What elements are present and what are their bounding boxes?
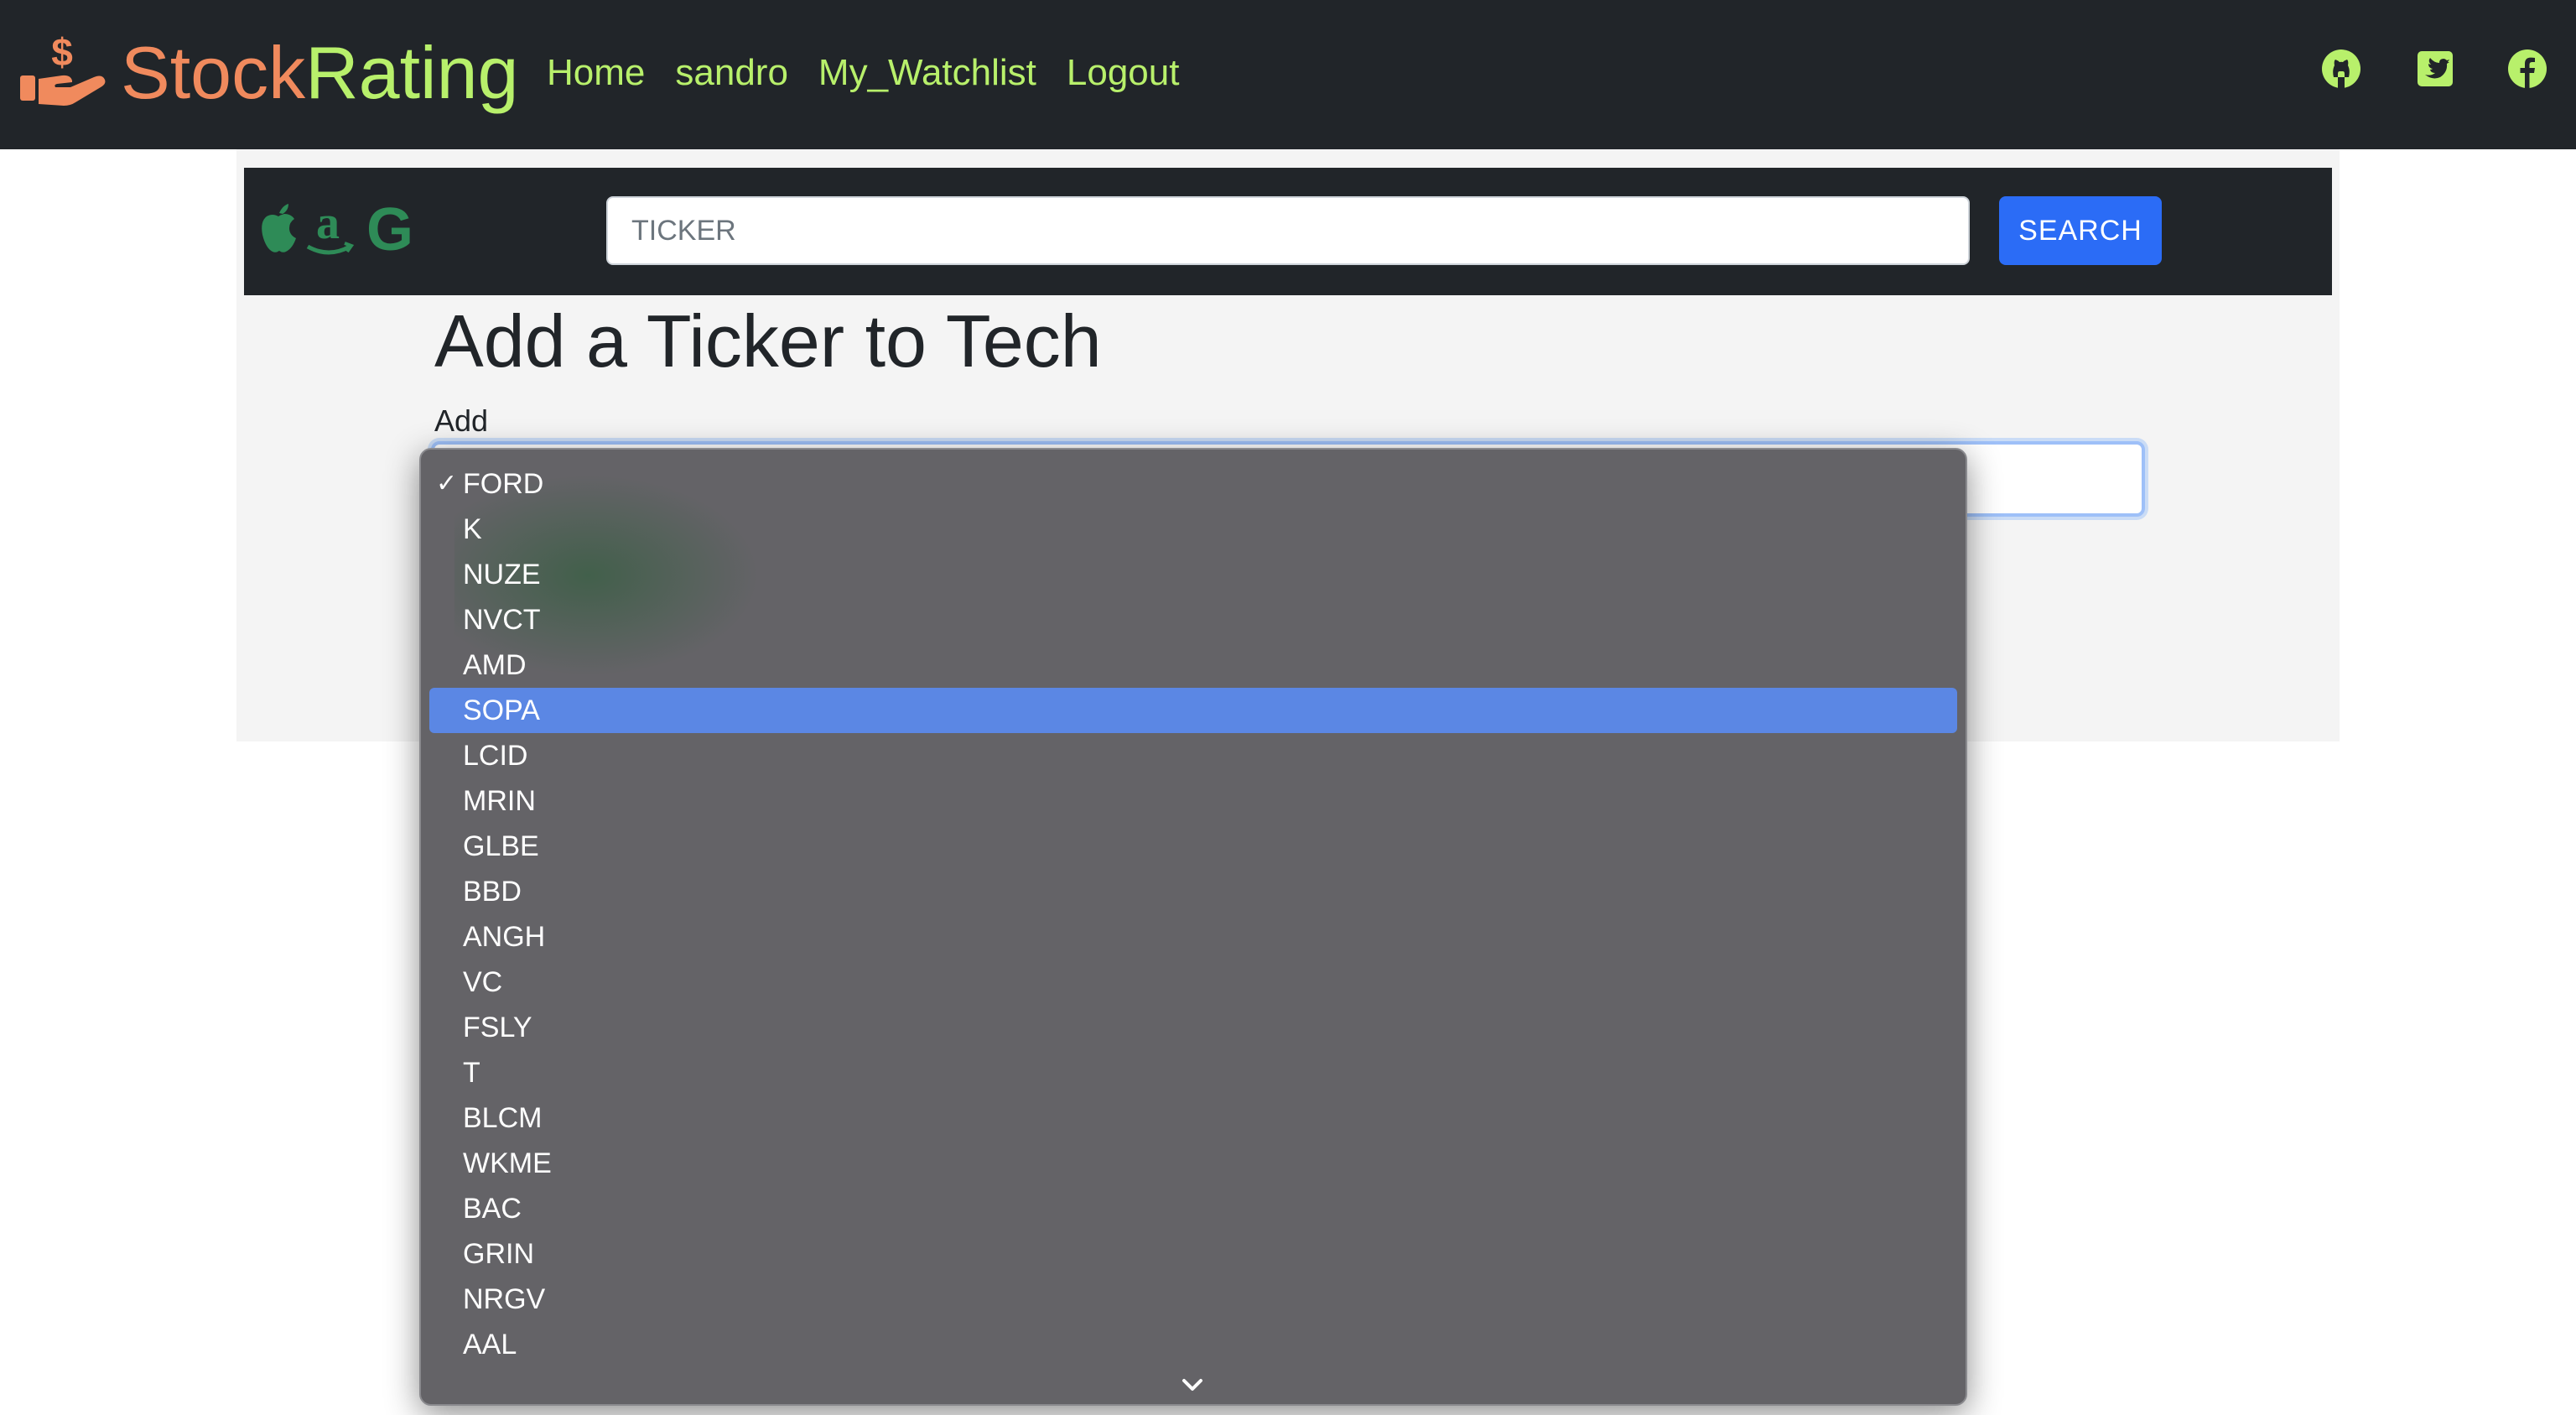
dropdown-option[interactable]: NVCT [429, 597, 1957, 642]
nav-user-link[interactable]: sandro [675, 52, 788, 94]
dropdown-option[interactable]: ✓ FORD [429, 461, 1957, 507]
twitter-icon[interactable] [2415, 49, 2455, 89]
dropdown-option[interactable]: BLCM [429, 1095, 1957, 1141]
dropdown-option[interactable]: NUZE [429, 552, 1957, 597]
scroll-down-chevron-icon[interactable] [1176, 1372, 1209, 1397]
brand-text-rating: Rating [305, 31, 519, 114]
dropdown-option[interactable]: BBD [429, 869, 1957, 914]
nav-watchlist-link[interactable]: My_Watchlist [818, 52, 1036, 94]
page-title: Add a Ticker to Tech [434, 299, 1102, 382]
apple-icon [262, 204, 296, 252]
dropdown-option[interactable]: GRIN [429, 1231, 1957, 1277]
ticker-search-input[interactable] [606, 196, 1970, 265]
amazon-icon: a [306, 197, 355, 255]
brand-text-stock: Stock [121, 31, 306, 114]
dropdown-option[interactable]: NRGV [429, 1277, 1957, 1322]
dropdown-option[interactable]: MRIN [429, 778, 1957, 824]
checkmark-icon: ✓ [436, 470, 458, 497]
svg-text:a: a [316, 197, 340, 249]
svg-text:G: G [366, 196, 413, 263]
google-icon: G [366, 196, 413, 263]
dropdown-option[interactable]: AMD [429, 642, 1957, 688]
nav-logout-link[interactable]: Logout [1067, 52, 1180, 94]
add-field-label: Add [434, 403, 489, 438]
dropdown-option[interactable]: WKME [429, 1141, 1957, 1186]
dropdown-option[interactable]: LCID [429, 733, 1957, 778]
search-button[interactable]: SEARCH [1999, 196, 2162, 265]
dropdown-option[interactable]: K [429, 507, 1957, 552]
brand-logo[interactable]: StockRating [121, 25, 518, 121]
dropdown-option[interactable]: AAL [429, 1322, 1957, 1367]
dropdown-option[interactable]: FSLY [429, 1005, 1957, 1050]
money-hand-icon: $ [20, 32, 106, 106]
facebook-icon[interactable] [2507, 49, 2547, 89]
nav-links: Home sandro My_Watchlist Logout [547, 45, 1209, 101]
dropdown-option[interactable]: VC [429, 960, 1957, 1005]
svg-text:$: $ [51, 32, 73, 74]
ticker-dropdown-list[interactable]: ✓ FORD K NUZE NVCT AMD SOPA LCID MRIN GL… [419, 448, 1967, 1406]
company-logos: a G [262, 196, 413, 263]
github-icon[interactable] [2321, 49, 2361, 89]
dropdown-option[interactable]: BAC [429, 1186, 1957, 1231]
nav-home-link[interactable]: Home [547, 52, 645, 94]
dropdown-option[interactable]: T [429, 1050, 1957, 1095]
dropdown-option-highlighted[interactable]: SOPA [429, 688, 1957, 733]
dropdown-option[interactable]: GLBE [429, 824, 1957, 869]
dropdown-option[interactable]: ANGH [429, 914, 1957, 960]
option-label: FORD [463, 468, 544, 500]
top-navbar: $ StockRating Home sandro My_Watchlist L… [0, 0, 2576, 149]
